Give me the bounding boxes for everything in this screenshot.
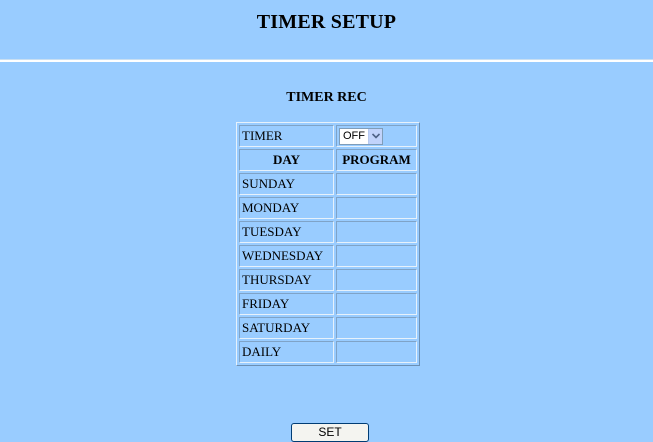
- column-header-day: DAY: [239, 149, 334, 171]
- timer-table: TIMER OFF DAY PROGRAM SUNDAY MONDAY TUES…: [236, 122, 420, 366]
- table-row: WEDNESDAY: [239, 245, 417, 267]
- table-row: SATURDAY: [239, 317, 417, 339]
- section-title: TIMER REC: [286, 90, 367, 105]
- day-cell: MONDAY: [239, 197, 334, 219]
- program-cell[interactable]: [336, 293, 417, 315]
- column-header-program: PROGRAM: [336, 149, 417, 171]
- program-cell[interactable]: [336, 269, 417, 291]
- program-cell[interactable]: [336, 245, 417, 267]
- day-cell: SATURDAY: [239, 317, 334, 339]
- day-cell: WEDNESDAY: [239, 245, 334, 267]
- timer-select-cell: OFF: [336, 125, 417, 147]
- program-cell[interactable]: [336, 173, 417, 195]
- program-cell[interactable]: [336, 317, 417, 339]
- table-row: DAILY: [239, 341, 417, 363]
- table-row: TUESDAY: [239, 221, 417, 243]
- timer-label: TIMER: [239, 125, 334, 147]
- timer-row: TIMER OFF: [239, 125, 417, 147]
- program-cell[interactable]: [336, 221, 417, 243]
- content-area: TIMER REC TIMER OFF DAY PROGRAM SUNDAY M…: [0, 62, 653, 442]
- timer-select-value: OFF: [343, 130, 365, 142]
- table-row: THURSDAY: [239, 269, 417, 291]
- day-cell: TUESDAY: [239, 221, 334, 243]
- chevron-down-icon[interactable]: [368, 129, 382, 144]
- table-row: SUNDAY: [239, 173, 417, 195]
- program-cell[interactable]: [336, 341, 417, 363]
- page-title: TIMER SETUP: [256, 11, 397, 33]
- day-cell: SUNDAY: [239, 173, 334, 195]
- table-row: FRIDAY: [239, 293, 417, 315]
- day-cell: DAILY: [239, 341, 334, 363]
- set-button[interactable]: SET: [291, 423, 369, 442]
- program-cell[interactable]: [336, 197, 417, 219]
- timer-select[interactable]: OFF: [339, 128, 383, 145]
- day-cell: FRIDAY: [239, 293, 334, 315]
- day-cell: THURSDAY: [239, 269, 334, 291]
- table-row: MONDAY: [239, 197, 417, 219]
- page-header: TIMER SETUP: [0, 0, 653, 60]
- table-header-row: DAY PROGRAM: [239, 149, 417, 171]
